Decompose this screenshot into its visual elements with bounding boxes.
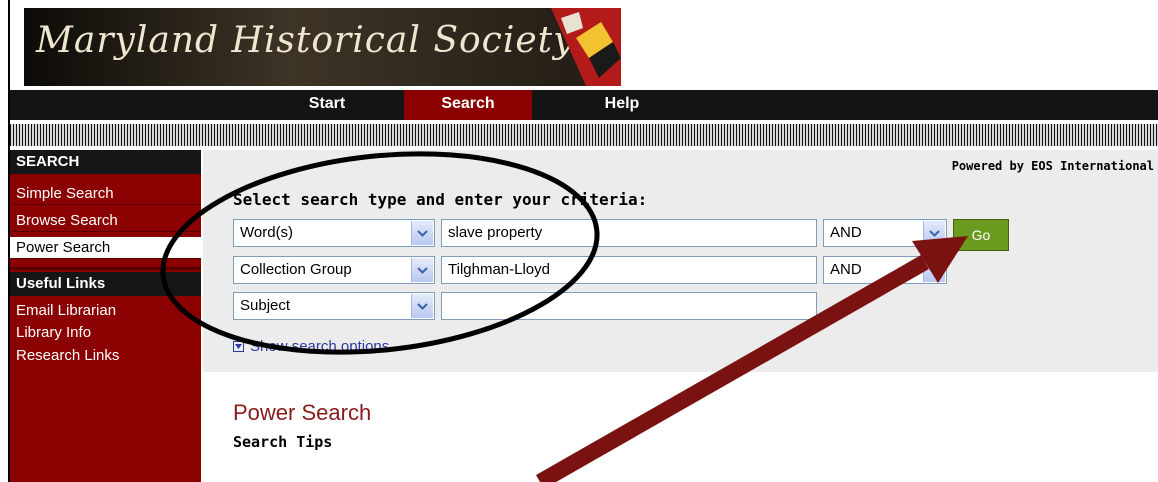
search-term-input-2[interactable]: Tilghman-Lloyd	[441, 256, 817, 284]
maryland-flag-icon	[551, 8, 621, 86]
operator-select-2-value: AND	[830, 261, 862, 278]
expand-icon	[233, 341, 244, 352]
sidebar-item-power-search[interactable]: Power Search	[10, 237, 201, 259]
nav-tab-search[interactable]: Search	[404, 90, 532, 120]
site-logo[interactable]: Maryland Historical Society	[24, 8, 621, 86]
search-type-select-2[interactable]: Collection Group	[233, 256, 435, 284]
sidebar-item-browse-search[interactable]: Browse Search	[10, 210, 201, 232]
sidebar-divider	[10, 267, 201, 270]
sidebar-links-header: Useful Links	[10, 272, 201, 296]
nav-tab-start[interactable]: Start	[272, 90, 382, 120]
sidebar-item-simple-search[interactable]: Simple Search	[10, 183, 201, 205]
chevron-down-icon	[411, 258, 433, 282]
search-term-input-1[interactable]: slave property	[441, 219, 817, 247]
operator-select-1[interactable]: AND	[823, 219, 947, 247]
search-panel: Powered by EOS International Select sear…	[203, 150, 1158, 372]
sidebar-search-header: SEARCH	[10, 150, 201, 174]
sidebar-link-email-librarian[interactable]: Email Librarian	[10, 301, 201, 320]
go-button[interactable]: Go	[953, 219, 1009, 251]
sidebar-link-research-links[interactable]: Research Links	[10, 346, 201, 365]
show-search-options-link[interactable]: Show search options	[233, 338, 389, 355]
search-type-select-1[interactable]: Word(s)	[233, 219, 435, 247]
search-term-input-3[interactable]	[441, 292, 817, 320]
chevron-down-icon	[923, 221, 945, 245]
sidebar-link-library-info[interactable]: Library Info	[10, 323, 201, 342]
search-type-select-3-value: Subject	[240, 297, 291, 314]
sidebar: SEARCH Simple Search Browse Search Power…	[10, 150, 201, 482]
chevron-down-icon	[923, 258, 945, 282]
operator-select-1-value: AND	[830, 224, 862, 241]
chevron-down-icon	[411, 294, 433, 318]
search-type-select-1-value: Word(s)	[240, 224, 294, 241]
powered-by-text: Powered by EOS International	[951, 159, 1154, 173]
search-tips-heading: Search Tips	[233, 433, 333, 451]
operator-select-2[interactable]: AND	[823, 256, 947, 284]
page-title: Power Search	[233, 400, 372, 425]
search-type-select-2-value: Collection Group	[240, 261, 352, 278]
show-search-options-label: Show search options	[250, 338, 390, 355]
logo-text: Maryland Historical Society	[36, 20, 575, 61]
decorative-stripe	[10, 124, 1158, 146]
main-nav: Start Search Help	[10, 90, 1158, 120]
criteria-title: Select search type and enter your criter…	[233, 190, 648, 209]
nav-tab-help[interactable]: Help	[582, 90, 662, 120]
search-type-select-3[interactable]: Subject	[233, 292, 435, 320]
chevron-down-icon	[411, 221, 433, 245]
